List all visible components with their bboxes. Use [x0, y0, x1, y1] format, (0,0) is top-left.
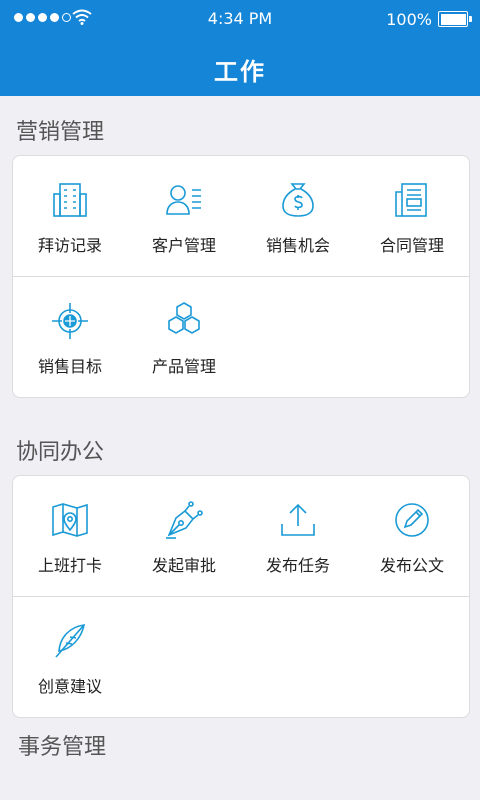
- check-in-label: 上班打卡: [37, 556, 102, 575]
- sales-target-label: 销售目标: [37, 357, 102, 376]
- marketing-row-1: 拜访记录 客户管理 销售机会 合同管理: [13, 156, 469, 276]
- check-in-item[interactable]: 上班打卡: [13, 476, 127, 596]
- publish-task-item[interactable]: 发布任务: [241, 476, 355, 596]
- start-approval-label: 发起审批: [151, 556, 216, 575]
- customer-list-icon: [164, 180, 204, 220]
- map-pin-icon: [50, 500, 90, 540]
- contract-icon: [392, 180, 432, 220]
- sales-target-item[interactable]: 销售目标: [13, 277, 127, 397]
- idea-suggestion-label: 创意建议: [37, 677, 102, 696]
- battery-icon: [438, 11, 472, 27]
- pen-nib-icon: [164, 500, 204, 540]
- publish-document-label: 发布公文: [379, 556, 444, 575]
- sales-opportunity-item[interactable]: 销售机会: [241, 156, 355, 276]
- section-title-affairs: 事务管理: [18, 735, 107, 760]
- edit-circle-icon: [392, 500, 432, 540]
- collaboration-row-1: 上班打卡 发起审批 发布任务 发布公文: [13, 476, 469, 596]
- contract-management-item[interactable]: 合同管理: [355, 156, 469, 276]
- building-icon: [50, 180, 90, 220]
- publish-task-label: 发布任务: [265, 556, 330, 575]
- marketing-card: 拜访记录 客户管理 销售机会 合同管理 销售目标 产品管理: [12, 155, 470, 398]
- start-approval-item[interactable]: 发起审批: [127, 476, 241, 596]
- collaboration-card: 上班打卡 发起审批 发布任务 发布公文 创意建议: [12, 475, 470, 718]
- sales-opportunity-label: 销售机会: [265, 236, 330, 255]
- money-bag-icon: [278, 180, 318, 220]
- section-title-collaboration: 协同办公: [16, 440, 105, 465]
- contract-management-label: 合同管理: [379, 236, 444, 255]
- status-bar: 4:34 PM 100%: [0, 0, 480, 38]
- hexagons-icon: [164, 301, 204, 341]
- publish-document-item[interactable]: 发布公文: [355, 476, 469, 596]
- idea-suggestion-item[interactable]: 创意建议: [13, 597, 127, 717]
- battery-percentage: 100%: [386, 10, 432, 29]
- feather-icon: [50, 621, 90, 661]
- target-icon: [50, 301, 90, 341]
- marketing-row-2: 销售目标 产品管理: [13, 276, 469, 397]
- product-management-label: 产品管理: [151, 357, 216, 376]
- upload-icon: [278, 500, 318, 540]
- product-management-item[interactable]: 产品管理: [127, 277, 241, 397]
- nav-bar: 工作: [0, 38, 480, 96]
- visit-record-label: 拜访记录: [37, 236, 102, 255]
- collaboration-row-2: 创意建议: [13, 596, 469, 717]
- visit-record-item[interactable]: 拜访记录: [13, 156, 127, 276]
- customer-management-item[interactable]: 客户管理: [127, 156, 241, 276]
- section-title-marketing: 营销管理: [16, 120, 105, 145]
- page-title: 工作: [214, 58, 266, 86]
- customer-management-label: 客户管理: [151, 236, 216, 255]
